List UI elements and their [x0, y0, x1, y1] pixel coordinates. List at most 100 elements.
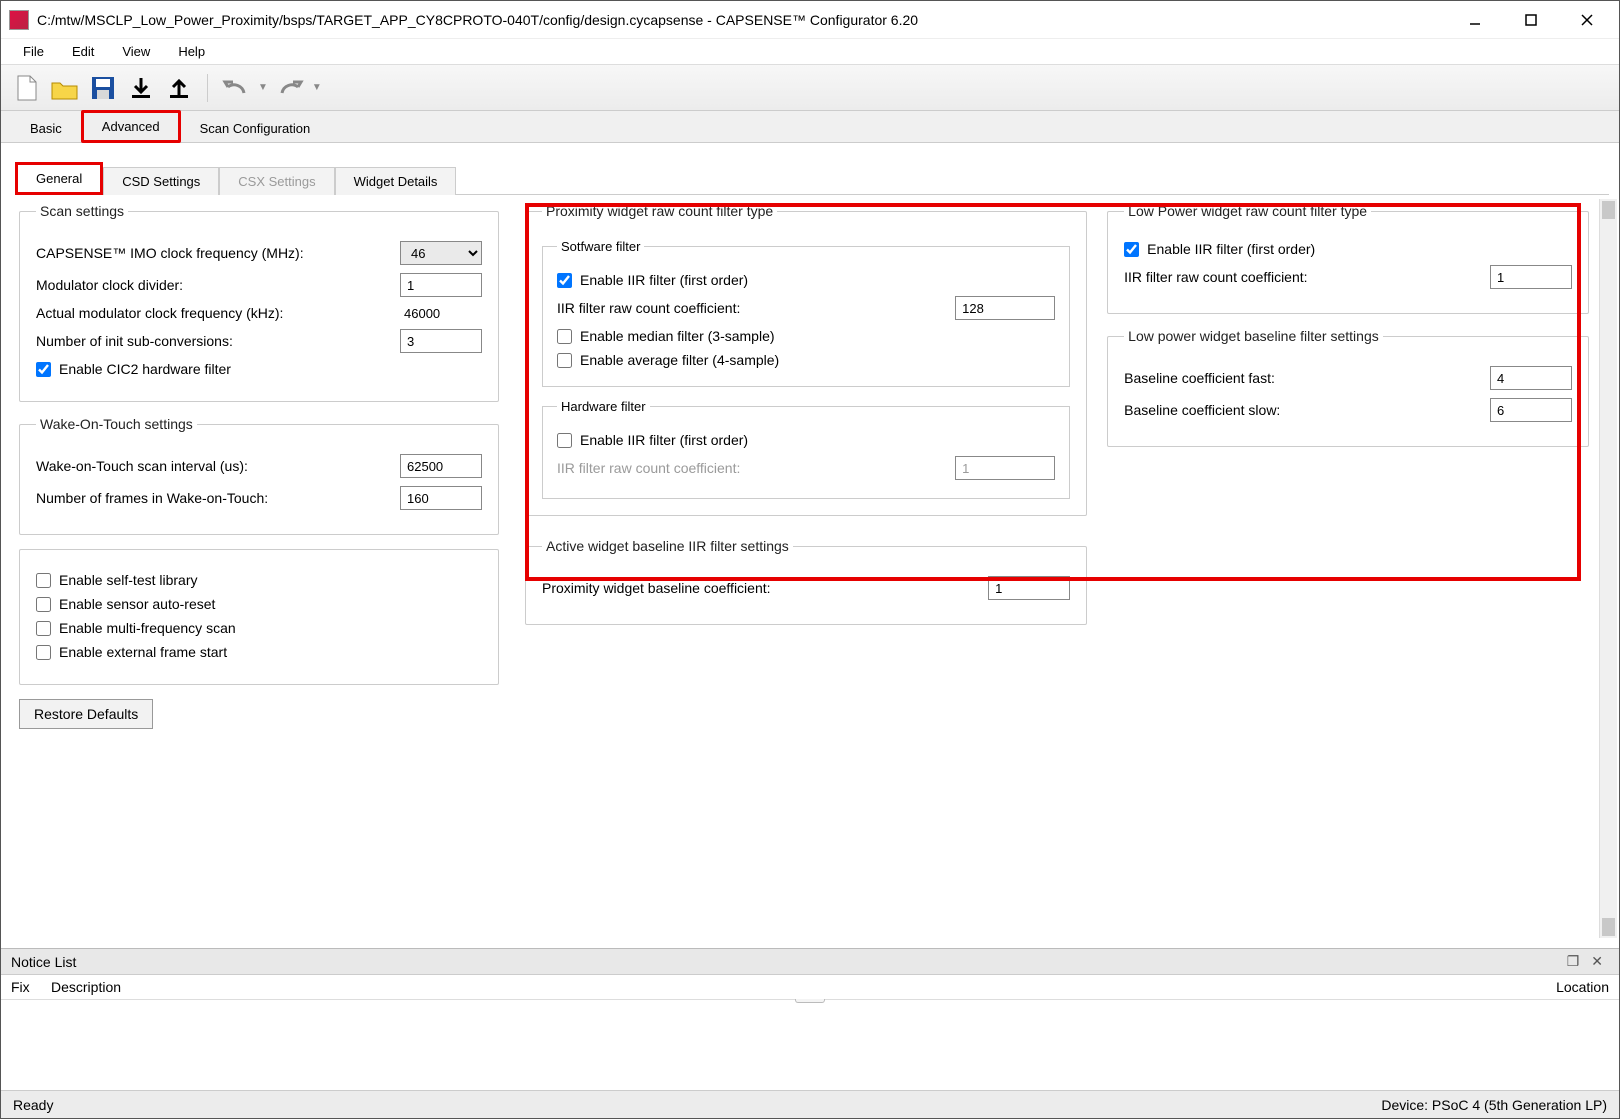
sw-iir-checkbox[interactable]: [557, 273, 572, 288]
subtab-csd-settings[interactable]: CSD Settings: [103, 167, 219, 195]
new-file-icon[interactable]: [11, 72, 43, 104]
lp-iir-coef-input[interactable]: [1490, 265, 1572, 289]
avg-checkbox[interactable]: [557, 353, 572, 368]
prox-legend: Proximity widget raw count filter type: [542, 203, 777, 219]
toolbar: ▼ ▼: [1, 65, 1619, 111]
menu-view[interactable]: View: [108, 40, 164, 63]
median-checkbox[interactable]: [557, 329, 572, 344]
baseline-fast-label: Baseline coefficient fast:: [1124, 370, 1480, 386]
notice-body: [1, 1000, 1619, 1090]
auto-reset-checkbox[interactable]: [36, 597, 51, 612]
export-icon[interactable]: [163, 72, 195, 104]
redo-icon[interactable]: [274, 72, 306, 104]
content-area: Scan settings CAPSENSE™ IMO clock freque…: [15, 199, 1599, 938]
menu-file[interactable]: File: [9, 40, 58, 63]
window-title: C:/mtw/MSCLP_Low_Power_Proximity/bsps/TA…: [37, 12, 1447, 28]
mod-div-input[interactable]: [400, 273, 482, 297]
left-column: Scan settings CAPSENSE™ IMO clock freque…: [19, 203, 499, 928]
content-wrap: Scan settings CAPSENSE™ IMO clock freque…: [1, 195, 1619, 948]
window-controls: [1447, 2, 1615, 38]
undo-icon[interactable]: [220, 72, 252, 104]
menu-edit[interactable]: Edit: [58, 40, 108, 63]
titlebar: C:/mtw/MSCLP_Low_Power_Proximity/bsps/TA…: [1, 1, 1619, 39]
sw-filter-legend: Sotfware filter: [557, 239, 644, 254]
lp-iir-label: Enable IIR filter (first order): [1147, 241, 1315, 257]
hw-iir-coef-input: [955, 456, 1055, 480]
menu-help[interactable]: Help: [164, 40, 219, 63]
cic2-checkbox[interactable]: [36, 362, 51, 377]
notice-col-fix: Fix: [11, 979, 51, 995]
notice-header: Notice List ❐ ✕: [1, 949, 1619, 975]
hw-filter-legend: Hardware filter: [557, 399, 650, 414]
median-label: Enable median filter (3-sample): [580, 328, 775, 344]
subtab-general[interactable]: General: [15, 162, 103, 195]
actual-mod-freq-label: Actual modulator clock frequency (kHz):: [36, 305, 390, 321]
hw-iir-checkbox[interactable]: [557, 433, 572, 448]
wot-legend: Wake-On-Touch settings: [36, 416, 197, 432]
baseline-slow-input[interactable]: [1490, 398, 1572, 422]
wot-interval-input[interactable]: [400, 454, 482, 478]
lp-filter-group: Low Power widget raw count filter type E…: [1107, 203, 1589, 314]
lp-baseline-group: Low power widget baseline filter setting…: [1107, 328, 1589, 447]
main-tab-row: Basic Advanced Scan Configuration: [1, 111, 1619, 143]
menubar: File Edit View Help: [1, 39, 1619, 65]
proximity-filter-group: Proximity widget raw count filter type S…: [525, 203, 1087, 516]
sw-iir-coef-input[interactable]: [955, 296, 1055, 320]
prox-baseline-label: Proximity widget baseline coefficient:: [542, 580, 978, 596]
active-baseline-group: Active widget baseline IIR filter settin…: [525, 538, 1087, 625]
sub-tab-row: General CSD Settings CSX Settings Widget…: [15, 161, 1609, 195]
tab-basic[interactable]: Basic: [11, 114, 81, 143]
save-icon[interactable]: [87, 72, 119, 104]
notice-col-description: Description: [51, 979, 1509, 995]
ext-frame-label: Enable external frame start: [59, 644, 227, 660]
notice-panel: Notice List ❐ ✕ Fix Description Location: [1, 948, 1619, 1090]
wake-on-touch-group: Wake-On-Touch settings Wake-on-Touch sca…: [19, 416, 499, 535]
baseline-fast-input[interactable]: [1490, 366, 1572, 390]
open-folder-icon[interactable]: [49, 72, 81, 104]
actual-mod-freq-value: 46000: [400, 306, 482, 321]
resize-handle-icon[interactable]: [795, 999, 825, 1003]
scroll-down-icon[interactable]: [1602, 918, 1615, 936]
notice-title: Notice List: [11, 954, 76, 970]
subtab-widget-details[interactable]: Widget Details: [335, 167, 457, 195]
self-test-checkbox[interactable]: [36, 573, 51, 588]
subtab-csx-settings: CSX Settings: [219, 167, 334, 195]
minimize-button[interactable]: [1447, 2, 1503, 38]
wot-frames-input[interactable]: [400, 486, 482, 510]
close-button[interactable]: [1559, 2, 1615, 38]
baseline-slow-label: Baseline coefficient slow:: [1124, 402, 1480, 418]
scroll-up-icon[interactable]: [1602, 201, 1615, 219]
notice-undock-icon[interactable]: ❐: [1561, 953, 1586, 970]
cic2-label: Enable CIC2 hardware filter: [59, 361, 231, 377]
status-ready: Ready: [13, 1097, 53, 1113]
scan-settings-legend: Scan settings: [36, 203, 128, 219]
wot-interval-label: Wake-on-Touch scan interval (us):: [36, 458, 390, 474]
hw-iir-label: Enable IIR filter (first order): [580, 432, 748, 448]
hardware-filter-group: Hardware filter Enable IIR filter (first…: [542, 399, 1070, 499]
statusbar: Ready Device: PSoC 4 (5th Generation LP): [1, 1090, 1619, 1118]
vertical-scrollbar[interactable]: [1599, 199, 1617, 938]
lp-baseline-legend: Low power widget baseline filter setting…: [1124, 328, 1383, 344]
imo-clock-select[interactable]: 46: [400, 241, 482, 265]
prox-baseline-input[interactable]: [988, 576, 1070, 600]
lp-filter-legend: Low Power widget raw count filter type: [1124, 203, 1371, 219]
maximize-button[interactable]: [1503, 2, 1559, 38]
wot-frames-label: Number of frames in Wake-on-Touch:: [36, 490, 390, 506]
notice-close-icon[interactable]: ✕: [1585, 953, 1609, 970]
ext-frame-checkbox[interactable]: [36, 645, 51, 660]
toolbar-separator: [207, 74, 208, 102]
right-columns: Proximity widget raw count filter type S…: [525, 203, 1589, 928]
init-subconv-input[interactable]: [400, 329, 482, 353]
notice-col-location: Location: [1509, 979, 1609, 995]
multi-freq-checkbox[interactable]: [36, 621, 51, 636]
active-baseline-legend: Active widget baseline IIR filter settin…: [542, 538, 793, 554]
tab-advanced[interactable]: Advanced: [81, 110, 181, 143]
redo-dropdown-icon[interactable]: ▼: [312, 82, 322, 93]
mod-div-label: Modulator clock divider:: [36, 277, 390, 293]
restore-defaults-button[interactable]: Restore Defaults: [19, 699, 153, 729]
undo-dropdown-icon[interactable]: ▼: [258, 82, 268, 93]
lp-iir-checkbox[interactable]: [1124, 242, 1139, 257]
import-icon[interactable]: [125, 72, 157, 104]
notice-columns: Fix Description Location: [1, 975, 1619, 1000]
tab-scan-configuration[interactable]: Scan Configuration: [181, 114, 330, 143]
